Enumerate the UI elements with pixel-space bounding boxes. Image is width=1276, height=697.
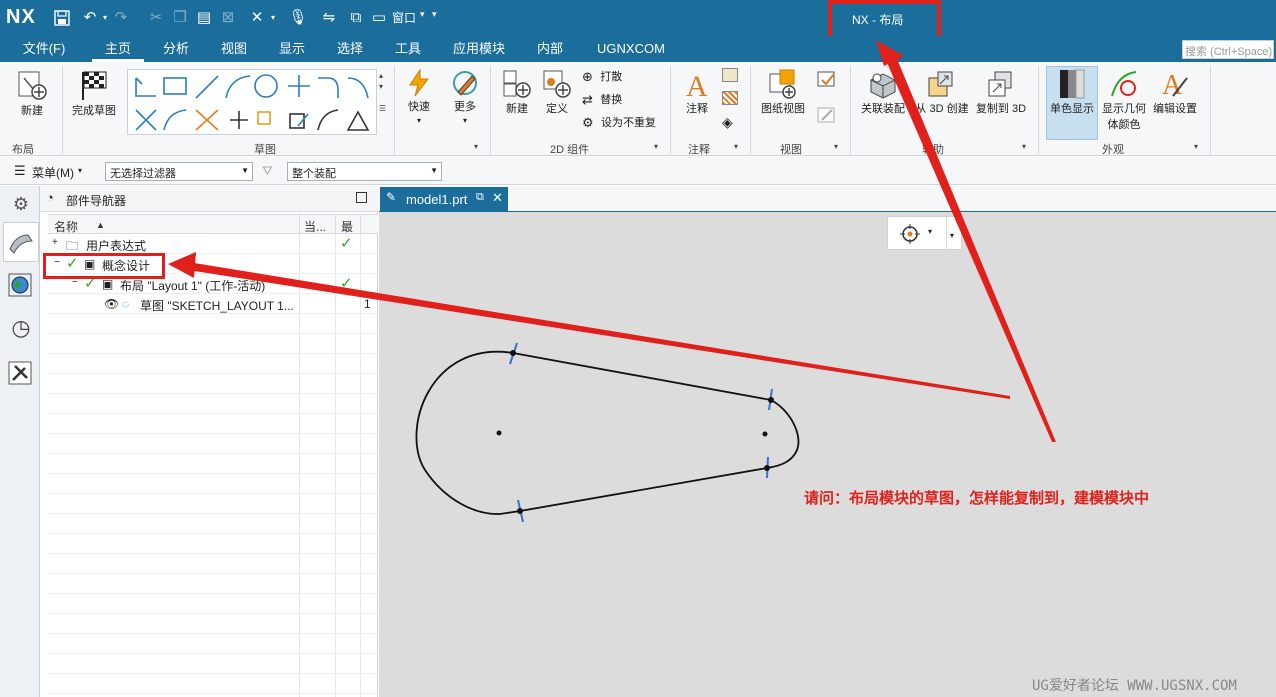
sketch-line-bottom (519, 467, 768, 512)
forum-watermark: UG爱好者论坛 WWW.UGSNX.COM (1032, 678, 1237, 694)
arc-center-point (762, 431, 768, 437)
sketch-point (764, 465, 770, 471)
sketch-line-top (512, 352, 772, 401)
arc-center-point (496, 430, 502, 436)
sketch-arc-right (766, 399, 800, 469)
sketch-geometry (415, 342, 800, 523)
question-annotation: 请问：布局模块的草图，怎样能复制到，建模模块中 (804, 490, 1150, 507)
sketch-point (517, 508, 523, 514)
sketch-point (510, 350, 516, 356)
sketch-point (768, 397, 774, 403)
sketch-arc-left (415, 350, 521, 515)
